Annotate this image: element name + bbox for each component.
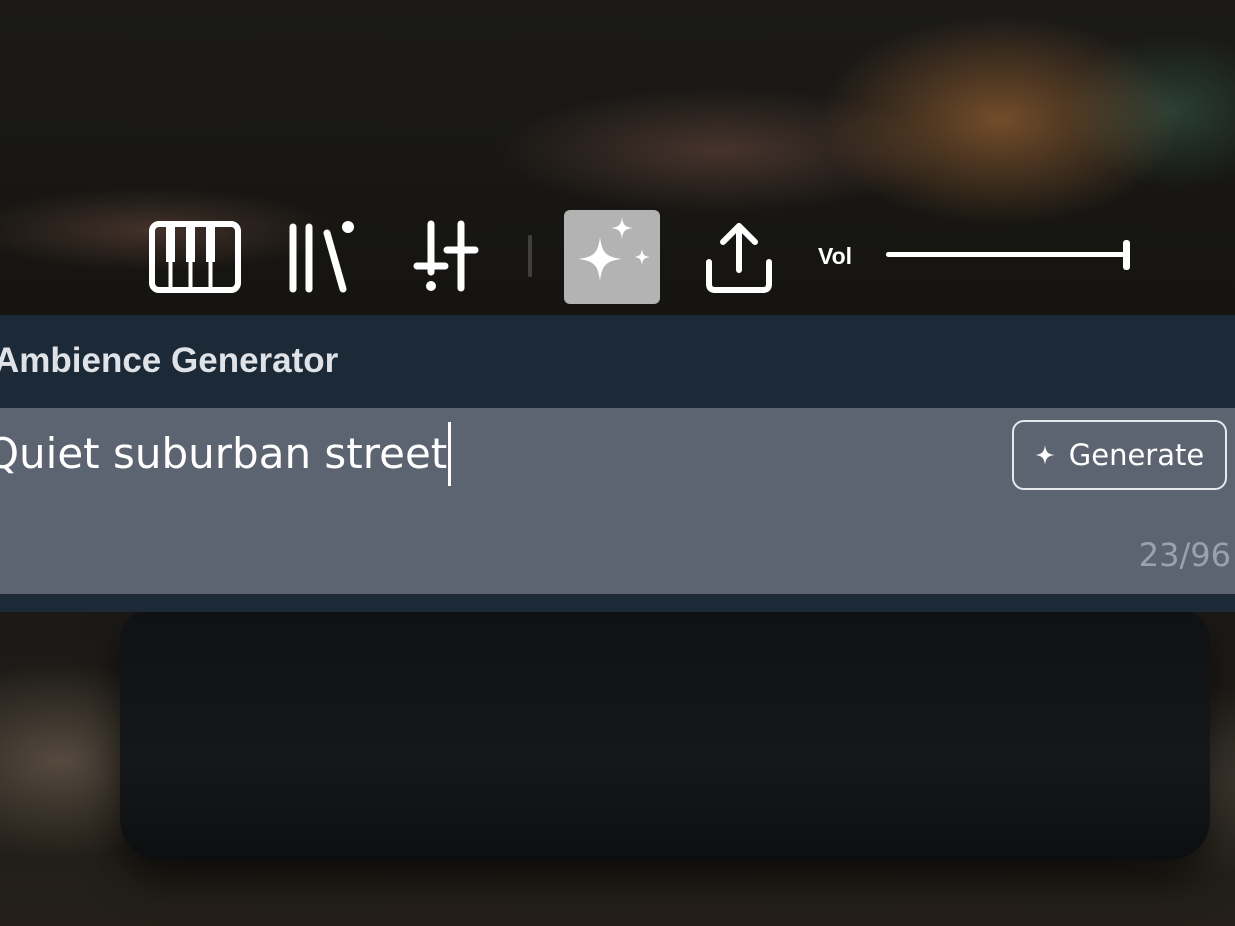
piano-keys-icon xyxy=(149,221,241,293)
ambience-generator-panel: Ambience Generator Quiet suburban street… xyxy=(0,315,1235,612)
volume-slider[interactable] xyxy=(886,240,1130,270)
text-caret xyxy=(448,422,452,486)
mixer-sliders-icon xyxy=(411,220,481,294)
toolbar-divider xyxy=(528,235,532,277)
share-icon xyxy=(703,220,775,294)
library-tool-button[interactable] xyxy=(272,210,368,304)
volume-slider-fill xyxy=(886,252,1126,257)
share-tool-button[interactable] xyxy=(691,210,787,304)
toolbar: Vol xyxy=(140,205,1150,310)
piano-tool-button[interactable] xyxy=(147,210,243,304)
app-screen: Vol Ambience Generator Quiet suburban st… xyxy=(0,0,1235,926)
prompt-input[interactable]: Quiet suburban street xyxy=(0,422,452,486)
volume-slider-thumb[interactable] xyxy=(1123,240,1130,270)
sparkle-icon xyxy=(1034,438,1055,472)
generate-button-label: Generate xyxy=(1068,438,1205,472)
prompt-input-value: Quiet suburban street xyxy=(0,429,448,478)
character-counter: 23/96 xyxy=(1138,536,1231,574)
ai-generate-tool-button[interactable] xyxy=(564,210,660,304)
background-photo-device xyxy=(120,610,1210,860)
generate-button[interactable]: Generate xyxy=(1012,420,1227,490)
mixer-tool-button[interactable] xyxy=(398,210,494,304)
panel-title: Ambience Generator xyxy=(0,341,339,380)
volume-label: Vol xyxy=(818,243,853,269)
sparkles-icon xyxy=(570,215,654,299)
prompt-input-area[interactable]: Quiet suburban street Generate 23/96 xyxy=(0,408,1235,594)
library-icon xyxy=(285,219,355,295)
